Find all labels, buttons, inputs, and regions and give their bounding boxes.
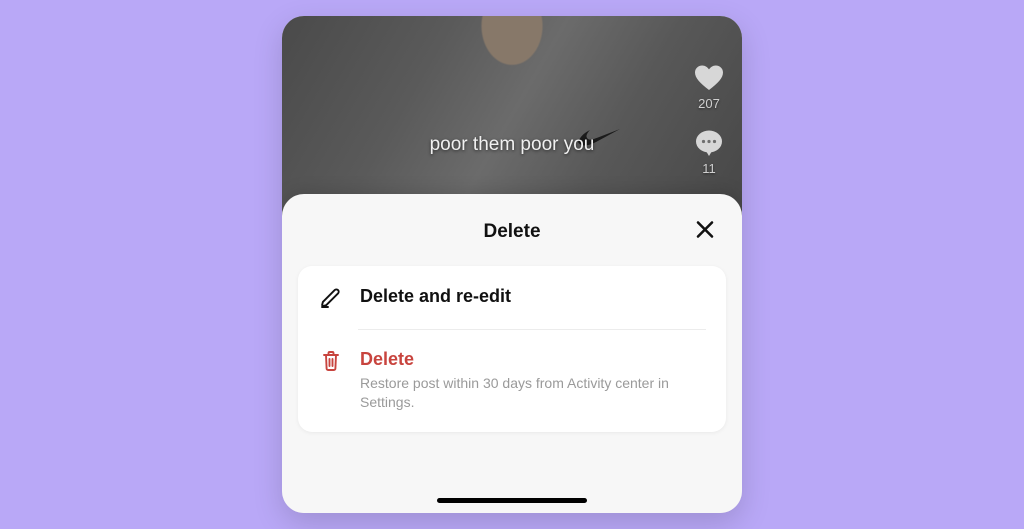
- like-count: 207: [698, 96, 720, 111]
- comment-count: 11: [702, 161, 716, 176]
- options-card: Delete and re-edit Delete Restore post w…: [298, 266, 726, 432]
- trash-icon: [320, 349, 342, 372]
- delete-reedit-label: Delete and re-edit: [360, 286, 704, 307]
- delete-row[interactable]: Delete Restore post within 30 days from …: [298, 329, 726, 432]
- delete-sheet: Delete Delete and re-edit Delete: [282, 194, 742, 513]
- video-actions-rail: 207 11: [694, 64, 724, 176]
- like-button[interactable]: [694, 64, 724, 92]
- home-indicator[interactable]: [437, 498, 587, 503]
- close-button[interactable]: [694, 219, 716, 246]
- edit-icon: [320, 286, 342, 309]
- video-background[interactable]: poor them poor you 207 11: [282, 16, 742, 216]
- delete-sublabel: Restore post within 30 days from Activit…: [360, 374, 700, 412]
- delete-reedit-row[interactable]: Delete and re-edit: [298, 266, 726, 329]
- video-caption: poor them poor you: [282, 134, 742, 156]
- comment-button[interactable]: [694, 129, 724, 157]
- sheet-title: Delete: [483, 221, 540, 243]
- delete-label: Delete: [360, 349, 704, 370]
- phone-frame: poor them poor you 207 11 Delete: [282, 16, 742, 513]
- sheet-header: Delete: [290, 212, 734, 252]
- close-icon: [694, 219, 716, 241]
